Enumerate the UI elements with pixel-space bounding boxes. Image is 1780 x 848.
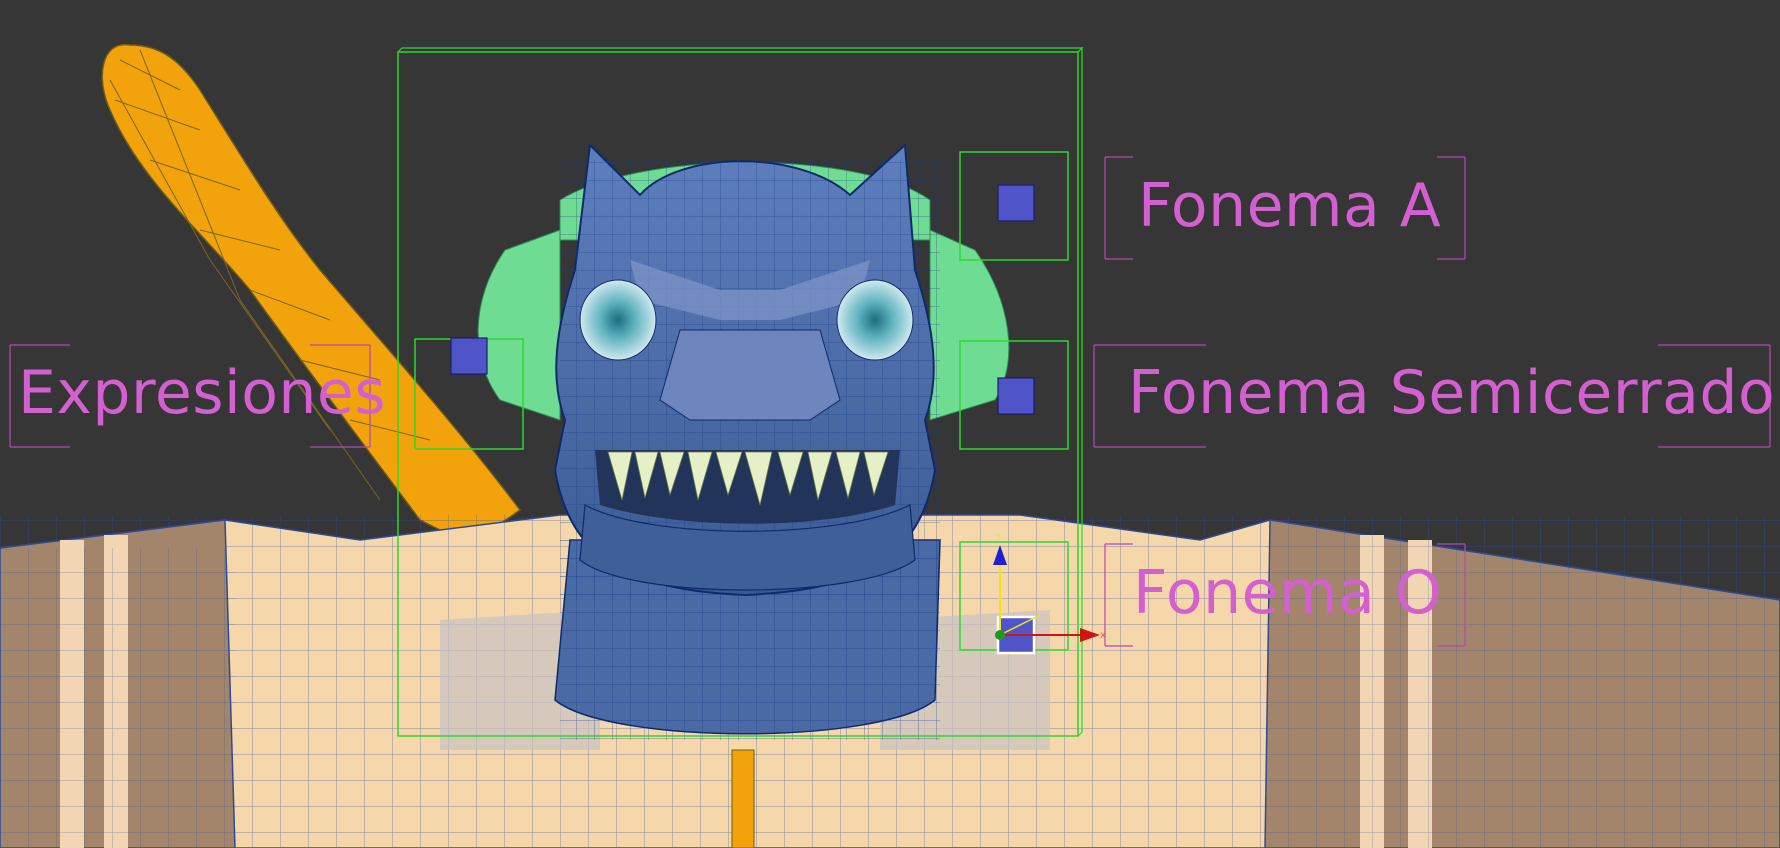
- label-expresiones: Expresiones: [18, 358, 387, 428]
- handle-expresiones[interactable]: [450, 337, 488, 375]
- gizmo-x-label: x: [1100, 630, 1106, 641]
- handle-fonema-semicerrado[interactable]: [997, 377, 1035, 415]
- left-arm-mesh[interactable]: [0, 519, 236, 848]
- handle-fonema-a[interactable]: [997, 184, 1035, 222]
- label-fonema-o: Fonema O: [1133, 558, 1443, 628]
- label-fonema-semicerrado: Fonema Semicerrado: [1128, 358, 1776, 428]
- 3d-viewport[interactable]: z x Fonema A Expresiones Fonema Semicerr…: [0, 0, 1780, 848]
- left-eye: [579, 279, 657, 361]
- gizmo-z-label: z: [996, 532, 1001, 543]
- head-mesh[interactable]: [553, 142, 941, 740]
- label-fonema-a: Fonema A: [1138, 171, 1442, 241]
- right-eye: [836, 279, 914, 361]
